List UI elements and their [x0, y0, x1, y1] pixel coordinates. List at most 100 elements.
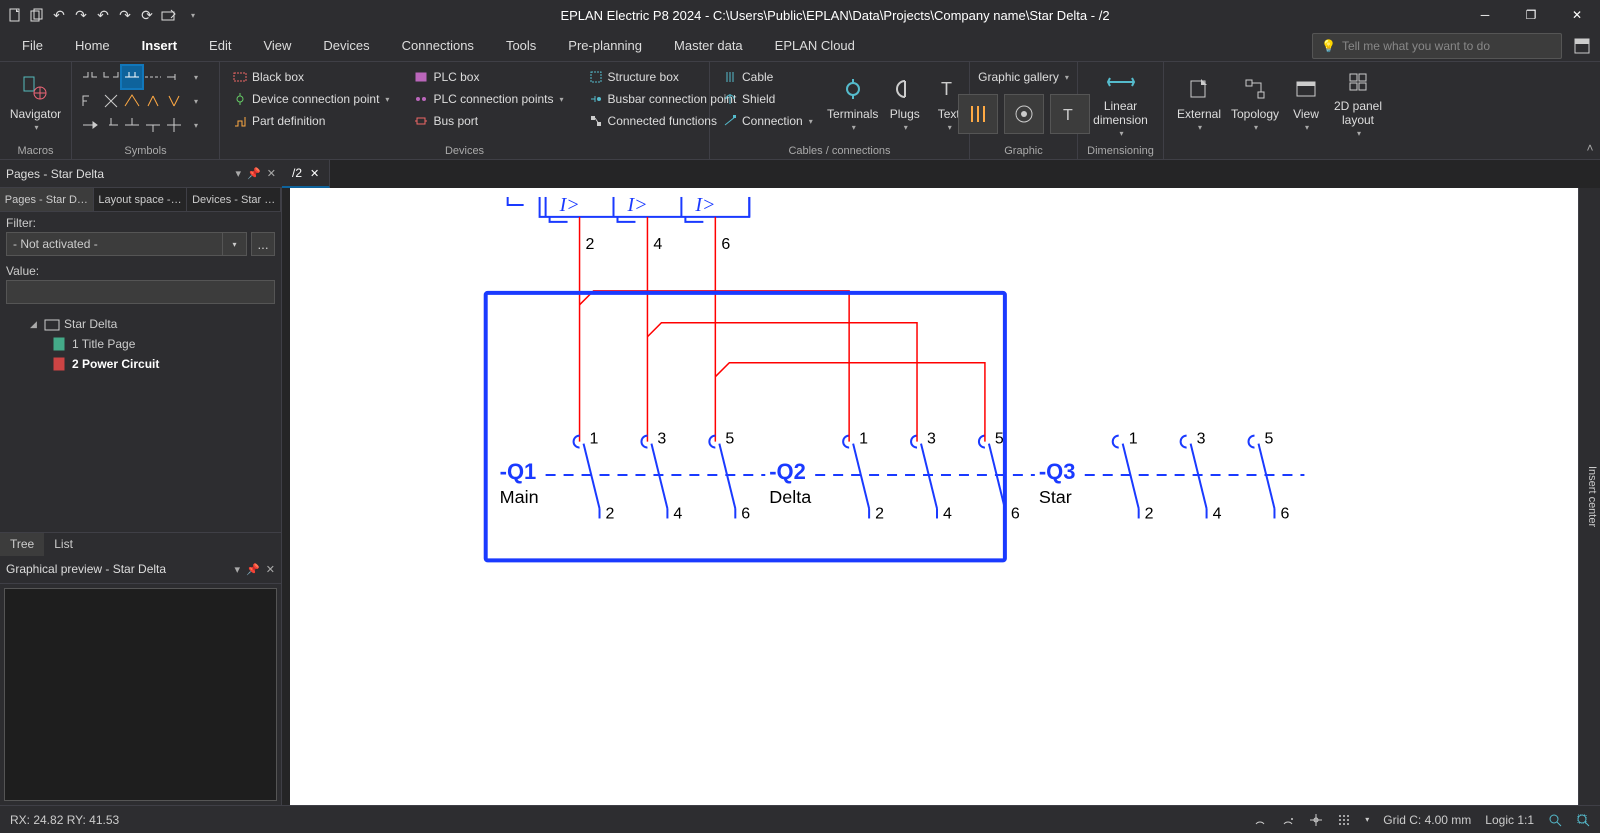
gr-sample1[interactable]	[958, 94, 998, 134]
gr-sample2[interactable]	[1004, 94, 1044, 134]
status-zoom-fit-icon[interactable]	[1548, 813, 1562, 827]
minimize-button[interactable]: ─	[1462, 0, 1508, 30]
sym-r2c1[interactable]	[80, 90, 100, 112]
tree-tab[interactable]: Tree	[0, 533, 44, 556]
qat-more-icon[interactable]: ▾	[184, 6, 202, 24]
maximize-button[interactable]: ❐	[1508, 0, 1554, 30]
sym-r2c4[interactable]	[143, 90, 163, 112]
filter-more-button[interactable]: ...	[251, 232, 275, 256]
terminals-button[interactable]: Terminals▾	[825, 66, 881, 138]
qat-undo2-icon[interactable]: ↶	[94, 6, 112, 24]
menu-masterdata[interactable]: Master data	[658, 32, 759, 59]
plc-box-button[interactable]: PLC box	[409, 66, 567, 88]
sym-r1c5[interactable]	[164, 66, 184, 88]
status-ortho-icon[interactable]	[1309, 813, 1323, 827]
sym-r1c3[interactable]	[122, 66, 142, 88]
doc-tab-2[interactable]: /2 ✕	[282, 160, 330, 188]
panel-dd-icon[interactable]: ▾	[236, 167, 242, 180]
value-input[interactable]	[6, 280, 275, 304]
sym-r3c1[interactable]	[80, 114, 100, 136]
preview-dd-icon[interactable]: ▾	[235, 563, 241, 576]
menu-help-icon[interactable]	[1570, 34, 1594, 58]
view-button[interactable]: View▾	[1284, 66, 1328, 138]
sym-r2c2[interactable]	[101, 90, 121, 112]
tree-page1[interactable]: 1 Title Page	[4, 334, 277, 354]
qat-new-icon[interactable]	[6, 6, 24, 24]
menu-insert[interactable]: Insert	[126, 32, 193, 59]
svg-text:4: 4	[653, 236, 662, 253]
qat-copy-icon[interactable]	[28, 6, 46, 24]
status-grid-icon[interactable]	[1337, 813, 1351, 827]
connection-button[interactable]: Connection▾	[718, 110, 817, 132]
navigator-button[interactable]: Navigator ▾	[8, 66, 63, 138]
qat-sync-icon[interactable]: ⟳	[138, 6, 156, 24]
subtab-pages[interactable]: Pages - Star D…	[0, 188, 94, 211]
tree-page2[interactable]: 2 Power Circuit	[4, 354, 277, 374]
filter-combo[interactable]	[6, 232, 223, 256]
subtab-devices[interactable]: Devices - Star …	[187, 188, 281, 211]
tree-root[interactable]: ◢ Star Delta	[4, 314, 277, 334]
preview-pin-icon[interactable]: 📌	[246, 563, 260, 576]
menu-tools[interactable]: Tools	[490, 32, 552, 59]
svg-text:Main: Main	[500, 487, 539, 507]
panel2d-button[interactable]: 2D panel layout▾	[1328, 66, 1388, 138]
part-def-button[interactable]: Part definition	[228, 110, 393, 132]
status-snap1-icon[interactable]	[1253, 813, 1267, 827]
sym-r1c6[interactable]: ▾	[185, 66, 205, 88]
sym-r2c3[interactable]	[122, 90, 142, 112]
qat-update-icon[interactable]	[160, 6, 178, 24]
menu-file[interactable]: File	[6, 32, 59, 59]
filter-dd-button[interactable]: ▾	[223, 232, 247, 256]
sym-r2c5[interactable]	[164, 90, 184, 112]
caret-icon[interactable]: ◢	[30, 319, 40, 330]
cable-icon	[722, 69, 738, 85]
svg-text:3: 3	[927, 431, 936, 448]
sym-r2c6[interactable]: ▾	[185, 90, 205, 112]
qat-redo2-icon[interactable]: ↷	[116, 6, 134, 24]
menu-devices[interactable]: Devices	[307, 32, 385, 59]
menu-edit[interactable]: Edit	[193, 32, 247, 59]
black-box-button[interactable]: Black box	[228, 66, 393, 88]
device-conn-button[interactable]: Device connection point▾	[228, 88, 393, 110]
qat-undo-icon[interactable]: ↶	[50, 6, 68, 24]
panel-pin-icon[interactable]: 📌	[247, 167, 261, 180]
status-grid-dd[interactable]: ▾	[1365, 815, 1369, 824]
page-icon	[52, 337, 68, 351]
linear-dim-button[interactable]: Linear dimension▾	[1086, 66, 1155, 138]
tab-close-icon[interactable]: ✕	[310, 167, 319, 180]
menu-view[interactable]: View	[247, 32, 307, 59]
subtab-layout[interactable]: Layout space -…	[94, 188, 188, 211]
search-box[interactable]: 💡 Tell me what you want to do	[1312, 33, 1562, 59]
schematic-canvas[interactable]: .wire{stroke:#f00;stroke-width:1.5;fill:…	[290, 188, 1578, 805]
sym-r3c6[interactable]: ▾	[185, 114, 205, 136]
sym-r3c5[interactable]	[164, 114, 184, 136]
panel-close-icon[interactable]: ✕	[267, 167, 276, 180]
bus-port-button[interactable]: Bus port	[409, 110, 567, 132]
plc-conn-button[interactable]: PLC connection points▾	[409, 88, 567, 110]
sym-r3c2[interactable]	[101, 114, 121, 136]
shield-button[interactable]: Shield	[718, 88, 817, 110]
sym-r1c1[interactable]	[80, 66, 100, 88]
sym-r3c3[interactable]	[122, 114, 142, 136]
external-button[interactable]: External▾	[1172, 66, 1226, 138]
menu-home[interactable]: Home	[59, 32, 126, 59]
close-button[interactable]: ✕	[1554, 0, 1600, 30]
sym-r1c4[interactable]	[143, 66, 163, 88]
ribbon-collapse-icon[interactable]: ˄	[1580, 62, 1600, 159]
qat-redo-icon[interactable]: ↷	[72, 6, 90, 24]
menu-cloud[interactable]: EPLAN Cloud	[759, 32, 871, 59]
preview-close-icon[interactable]: ✕	[266, 563, 275, 576]
menu-preplanning[interactable]: Pre-planning	[552, 32, 658, 59]
sym-r3c4[interactable]	[143, 114, 163, 136]
status-zoom-win-icon[interactable]	[1576, 813, 1590, 827]
status-snap2-icon[interactable]	[1281, 813, 1295, 827]
list-tab[interactable]: List	[44, 533, 83, 556]
graphic-gallery-button[interactable]: Graphic gallery▾	[974, 66, 1073, 88]
sym-r1c2[interactable]	[101, 66, 121, 88]
insert-center-tab[interactable]: Insert center	[1578, 188, 1600, 805]
structure-box-icon	[588, 69, 604, 85]
plugs-button[interactable]: Plugs▾	[883, 66, 927, 138]
menu-connections[interactable]: Connections	[386, 32, 490, 59]
cable-button[interactable]: Cable	[718, 66, 817, 88]
topology-button[interactable]: Topology▾	[1226, 66, 1284, 138]
